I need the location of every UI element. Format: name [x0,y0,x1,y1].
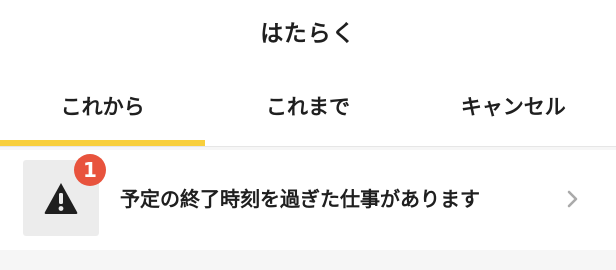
notification-badge: 1 [74,154,106,186]
tab-upcoming-label: これから [60,95,145,119]
tab-past-label: これまで [265,95,350,119]
app-header: はたらく これから これまで キャンセル [0,0,616,146]
overdue-job-notice[interactable]: 1 予定の終了時刻を過ぎた仕事があります [0,150,616,250]
header-divider [0,146,616,147]
tab-upcoming[interactable]: これから [0,92,205,146]
page-title: はたらく [260,21,356,47]
chevron-right-icon [567,190,578,208]
tab-bar: これから これまで キャンセル [0,92,616,146]
tab-past[interactable]: これまで [205,92,410,146]
tab-cancelled-label: キャンセル [460,95,566,119]
warning-icon [44,183,78,214]
tab-cancelled[interactable]: キャンセル [411,92,616,146]
notice-message: 予定の終了時刻を過ぎた仕事があります [120,187,480,211]
